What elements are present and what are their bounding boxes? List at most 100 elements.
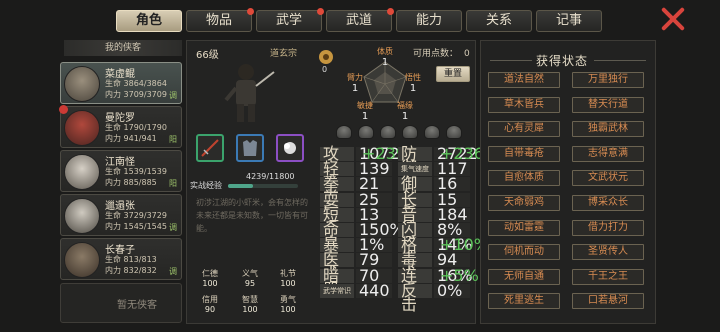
hero-mp: 内力 1545/1545 xyxy=(105,222,167,231)
character-description: 初涉江湖的小虾米，会有怎样的未来还都是未知数，一切皆有可能。 xyxy=(196,198,308,233)
status-badge[interactable]: 口若悬河 xyxy=(572,293,644,310)
virtue-value: 100 xyxy=(242,305,258,314)
tab-martial-arts[interactable]: 武学 xyxy=(256,8,324,32)
notification-dot xyxy=(317,8,324,15)
slot-icon[interactable] xyxy=(446,125,462,139)
accessory-icon xyxy=(284,142,296,154)
available-points: 可用点数： 0 xyxy=(413,46,470,59)
status-badge[interactable]: 伺机而动 xyxy=(488,244,560,261)
slot-icon[interactable] xyxy=(336,125,352,139)
status-badge[interactable]: 无师自通 xyxy=(488,268,560,285)
hero-card[interactable]: 江南怪 生命 1539/1539 内力 885/885 阳 xyxy=(60,150,182,192)
attr-value: 1 xyxy=(381,57,389,68)
tab-label: 角色 xyxy=(135,13,162,28)
hero-avatar xyxy=(64,66,100,102)
virtue-name: 勇气 xyxy=(280,295,296,304)
tab-relations[interactable]: 关系 xyxy=(466,10,532,32)
hero-avatar xyxy=(64,110,100,146)
status-badge[interactable]: 动如雷霆 xyxy=(488,219,560,236)
stat-name-right: 防御力 xyxy=(398,146,432,190)
virtue-name: 义气 xyxy=(242,269,258,278)
slot-icon[interactable] xyxy=(424,125,440,139)
sect-token-icon[interactable] xyxy=(318,48,334,66)
hero-tag: 阳 xyxy=(169,179,177,188)
status-badge[interactable]: 独霸武林 xyxy=(572,121,644,138)
tab-label: 能力 xyxy=(415,13,442,28)
status-badge[interactable]: 万里独行 xyxy=(572,72,644,88)
tab-label: 武学 xyxy=(275,13,302,28)
status-badge[interactable]: 文武状元 xyxy=(572,170,644,187)
hero-hp: 生命 813/813 xyxy=(105,255,157,264)
tab-martial-way[interactable]: 武道 xyxy=(326,8,394,32)
status-badge[interactable]: 自愈体质 xyxy=(488,170,560,187)
status-badge[interactable]: 草木皆兵 xyxy=(488,96,560,113)
weapon-slot[interactable] xyxy=(196,134,224,162)
armor-slot[interactable] xyxy=(236,134,264,162)
status-badge[interactable]: 心有灵犀 xyxy=(488,121,560,138)
virtue-wisdom: 智慧 100 xyxy=(236,294,264,314)
attr-strength: 臂力 1 xyxy=(340,72,370,94)
status-badge[interactable]: 圣贤传人 xyxy=(572,244,644,261)
slot-icon[interactable] xyxy=(358,125,374,139)
alert-badge xyxy=(59,105,68,114)
attr-fortune: 福缘 1 xyxy=(390,100,420,122)
stat-value-left: 440 xyxy=(356,282,392,298)
status-badge[interactable]: 借力打力 xyxy=(572,219,644,236)
tab-label: 武道 xyxy=(345,13,372,28)
tab-label: 记事 xyxy=(555,13,582,28)
tab-abilities[interactable]: 能力 xyxy=(396,10,462,32)
hero-card[interactable]: 曼陀罗 生命 1790/1790 内力 941/941 阳 xyxy=(59,105,182,148)
stat-value-right: 0% xyxy=(434,282,470,298)
virtue-benevolence: 仁德 100 xyxy=(196,268,224,288)
virtue-value: 90 xyxy=(204,305,216,314)
status-badge[interactable]: 博采众长 xyxy=(572,195,644,211)
exp-label: 实战经验 xyxy=(190,181,222,190)
empty-hero-slot[interactable]: 暂无侠客 xyxy=(60,283,182,323)
hero-hp: 生命 3864/3864 xyxy=(105,79,167,88)
status-badge[interactable]: 替天行道 xyxy=(572,96,644,113)
hero-avatar xyxy=(64,154,100,190)
points-value: 0 xyxy=(464,49,470,59)
close-icon[interactable] xyxy=(660,6,686,32)
virtue-credibility: 信用 90 xyxy=(196,294,224,314)
virtue-courage: 勇气 100 xyxy=(274,294,302,314)
tab-items[interactable]: 物品 xyxy=(186,8,254,32)
status-panel-title: 获得状态 xyxy=(536,54,589,68)
attr-name: 体质 xyxy=(377,47,393,56)
sect-name: 道玄宗 xyxy=(270,49,298,59)
virtue-name: 智慧 xyxy=(242,295,258,304)
notification-dot xyxy=(247,8,254,15)
status-badge[interactable]: 天命弱鸡 xyxy=(488,195,560,211)
hero-avatar xyxy=(64,242,100,278)
tab-journal[interactable]: 记事 xyxy=(536,10,602,32)
hero-mp: 内力 832/832 xyxy=(105,266,157,275)
tab-character[interactable]: 角色 xyxy=(116,10,182,32)
virtue-value: 95 xyxy=(244,279,256,288)
status-badge[interactable]: 死里逃生 xyxy=(488,293,560,310)
attr-agility: 敏捷 1 xyxy=(350,100,380,122)
hero-tag: 调 xyxy=(169,223,177,232)
hero-card[interactable]: 邋遢张 生命 3729/3729 内力 1545/1545 调 xyxy=(60,194,182,236)
hero-card[interactable]: 菜虚鲲 生命 3864/3864 内力 3709/3709 调 xyxy=(60,62,182,104)
attr-constitution: 体质 1 xyxy=(370,46,400,68)
hero-card[interactable]: 长春子 生命 813/813 内力 832/832 调 xyxy=(60,238,182,280)
virtue-name: 礼节 xyxy=(280,269,296,278)
status-badge[interactable]: 千王之王 xyxy=(572,268,644,285)
slot-icon[interactable] xyxy=(380,125,396,139)
slot-icon[interactable] xyxy=(402,125,418,139)
attr-name: 悟性 xyxy=(405,73,421,82)
item-slots xyxy=(336,124,468,143)
status-badge[interactable]: 道法自然 xyxy=(488,72,560,88)
title-divider-right xyxy=(594,60,646,61)
status-badge[interactable]: 自带毒疮 xyxy=(488,145,560,162)
armor-icon xyxy=(243,140,257,156)
accessory-slot[interactable] xyxy=(276,134,304,162)
status-badge[interactable]: 志得意满 xyxy=(572,145,644,162)
virtue-value: 100 xyxy=(280,305,296,314)
tab-label: 关系 xyxy=(485,13,512,28)
points-label: 可用点数： xyxy=(413,49,459,59)
virtue-courtesy: 礼节 100 xyxy=(274,268,302,288)
reset-button[interactable]: 重置 xyxy=(436,66,470,82)
attr-value: 1 xyxy=(361,111,369,122)
attr-value: 1 xyxy=(351,83,359,94)
